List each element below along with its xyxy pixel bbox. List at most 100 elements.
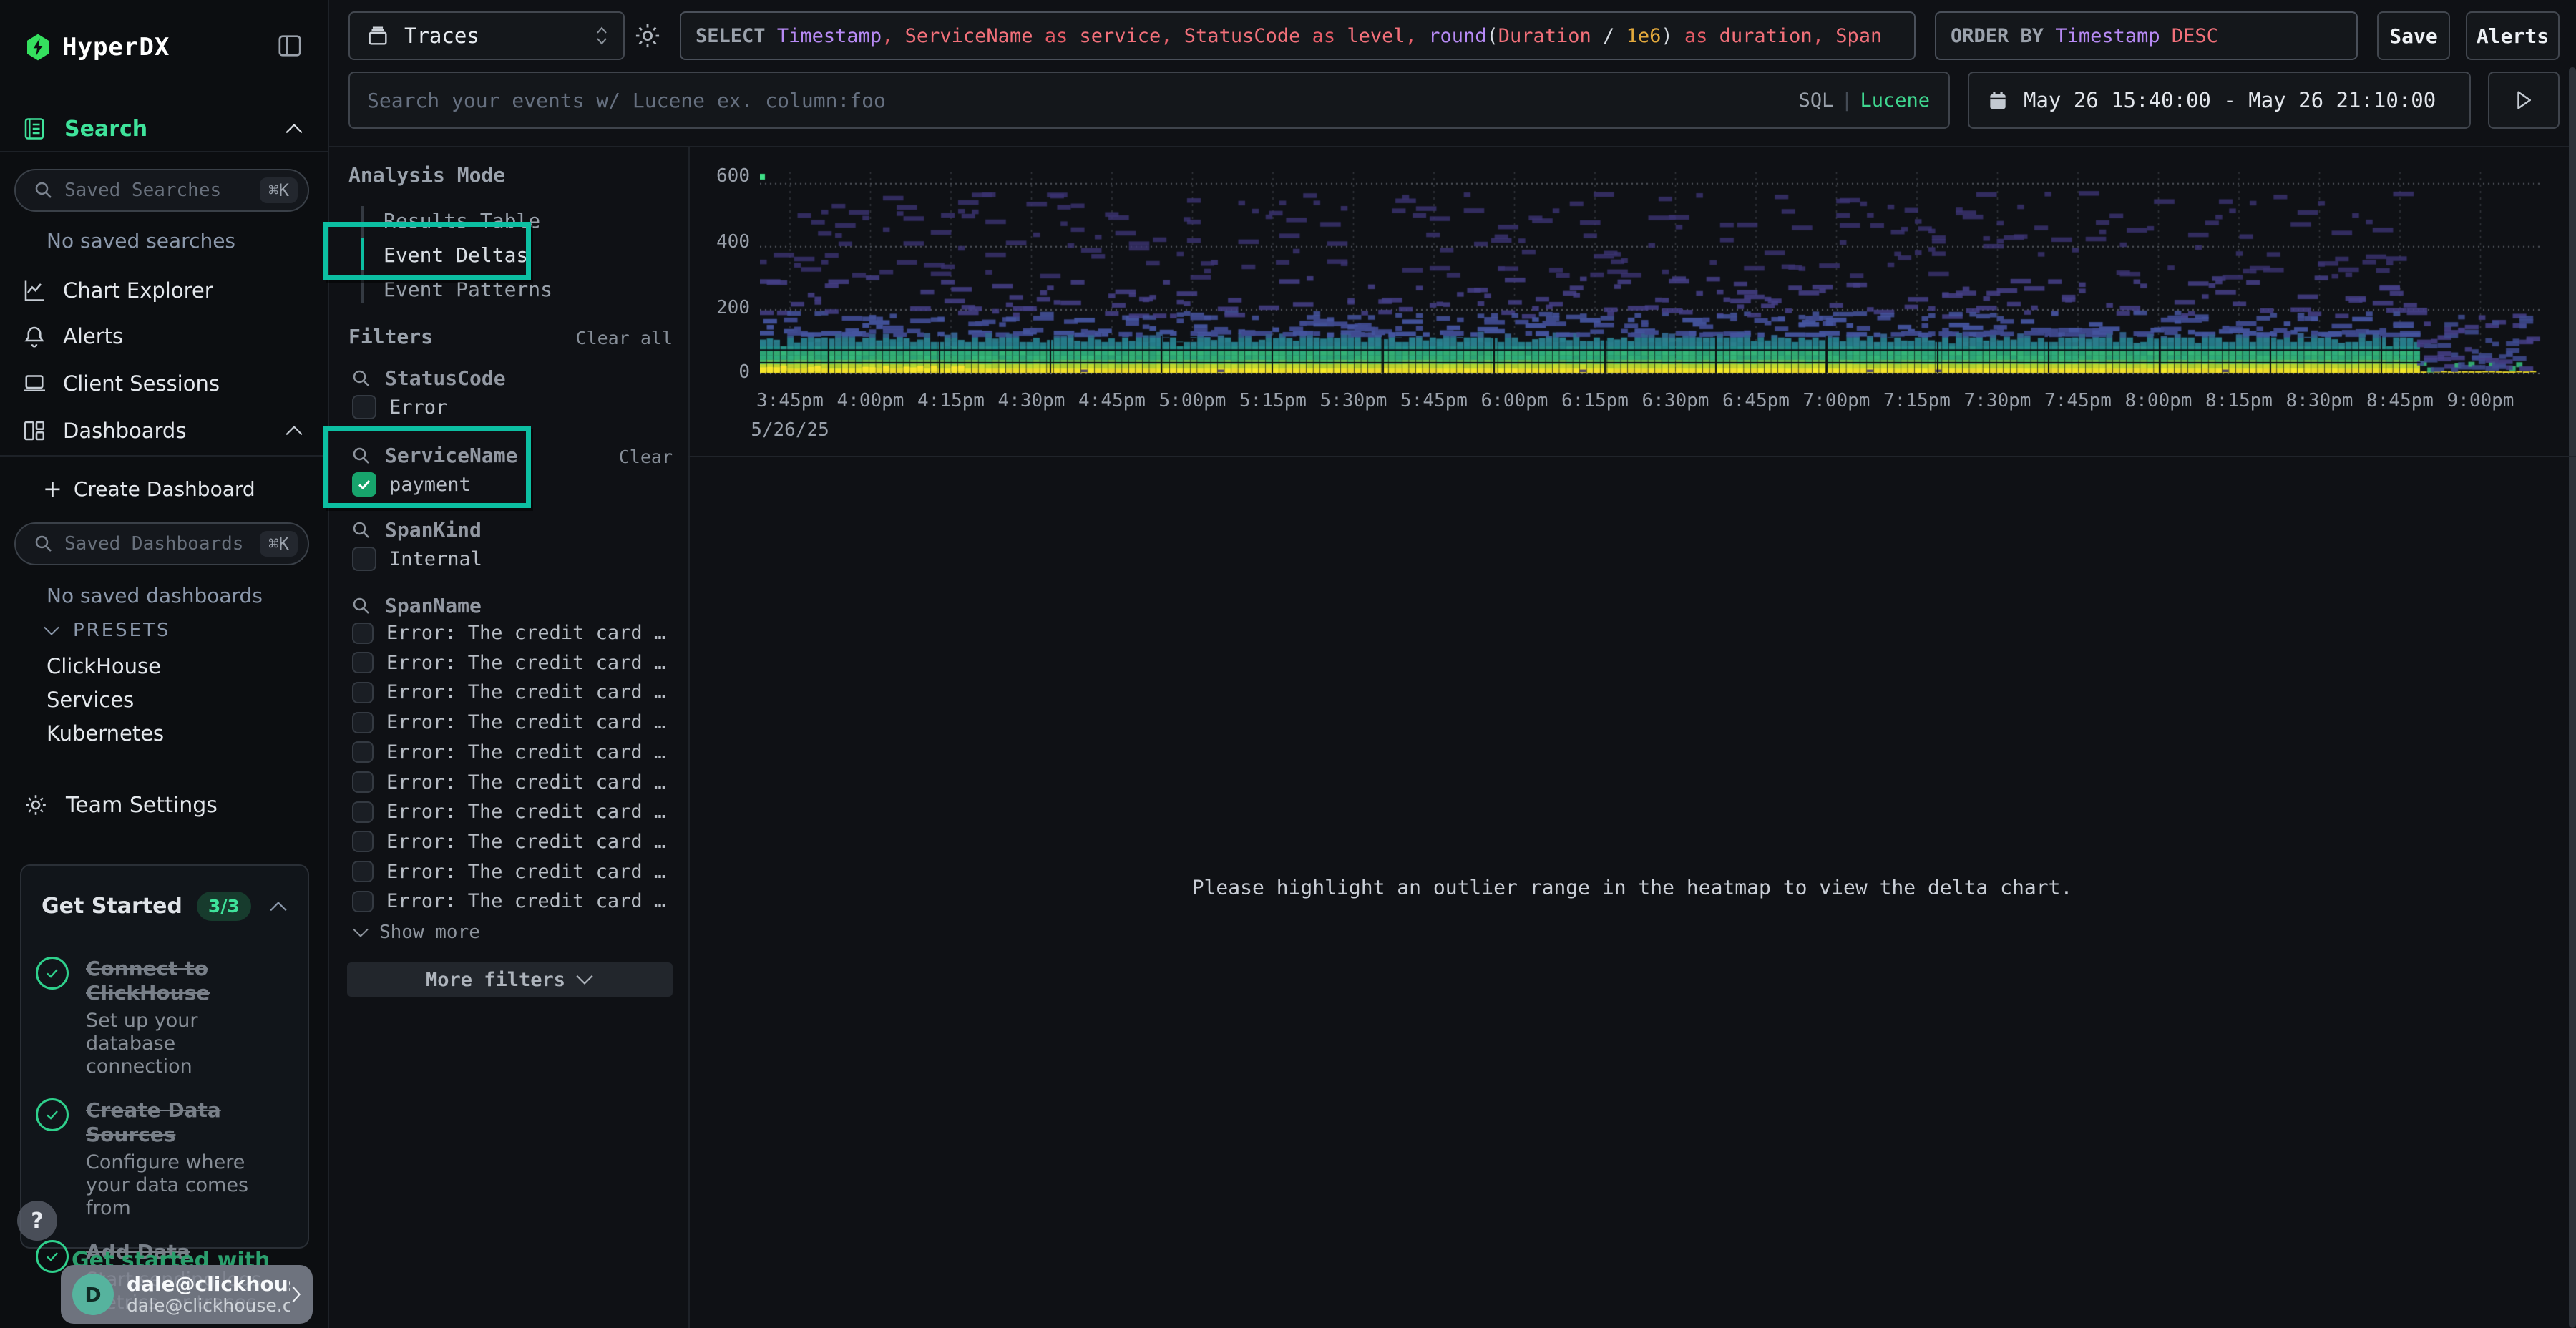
filter-item-row[interactable]: Error: The credit card … [352,861,665,883]
checkbox[interactable] [352,861,374,882]
filter-item-row[interactable]: Error: The credit card … [352,622,665,644]
filter-item-label[interactable]: Error: The credit card … [386,652,665,674]
get-started-item[interactable]: Create Data Sources Configure where your… [36,1098,289,1220]
chevron-down-icon [575,974,594,985]
sql-select-editor[interactable]: SELECT Timestamp, ServiceName as service… [680,11,1916,60]
get-started-header[interactable]: Get Started 3/3 [42,892,288,921]
analysis-option-event-patterns[interactable]: Event Patterns [384,278,552,301]
sidebar-collapse-icon[interactable] [275,31,304,60]
preset-item-clickhouse[interactable]: ClickHouse [47,654,161,678]
preset-item-kubernetes[interactable]: Kubernetes [47,721,164,746]
saved-dashboards-input[interactable]: ⌘K [14,522,309,565]
filter-item-label[interactable]: Error: The credit card … [386,711,665,733]
clear-group-button[interactable]: Clear [530,446,673,467]
x-axis-date-label: 5/26/25 [747,419,833,441]
run-query-button[interactable] [2488,72,2560,129]
filter-item-row[interactable]: Error: The credit card … [352,711,665,733]
sidebar-item-label: Chart Explorer [63,278,213,303]
filter-item-label[interactable]: Error: The credit card … [386,801,665,823]
create-dashboard-button[interactable]: + Create Dashboard [43,475,255,502]
sidebar-item-search[interactable]: Search [0,107,328,150]
filter-item-label[interactable]: Error [389,396,447,419]
show-more-label: Show more [379,922,480,943]
toggle-divider: | [1843,89,1850,112]
filter-item-label[interactable]: Error: The credit card … [386,831,665,853]
x-tick-label: 6:30pm [1633,390,1719,411]
y-tick-label: 600 [700,165,750,187]
filter-group-name[interactable]: StatusCode [385,366,506,390]
checkbox[interactable] [352,547,376,571]
chevron-right-icon [290,1284,303,1304]
filter-item-row[interactable]: Error: The credit card … [352,771,665,794]
sql-mode-toggle[interactable]: SQL [1799,89,1834,112]
search-icon [351,368,372,389]
filter-group-name[interactable]: SpanName [385,594,482,617]
alerts-button[interactable]: Alerts [2466,11,2560,60]
filter-item-label[interactable]: Error: The credit card … [386,771,665,794]
search-icon [33,180,54,201]
chevron-up-icon [269,901,288,912]
filter-item-label[interactable]: Error: The credit card … [386,681,665,703]
sidebar-item-client-sessions[interactable]: Client Sessions [0,366,328,401]
filter-item-row[interactable]: Error: The credit card … [352,681,665,703]
checkbox[interactable] [352,741,374,763]
get-started-item[interactable]: Connect to ClickHouse Set up your databa… [36,957,289,1078]
filter-item-row[interactable]: Error: The credit card … [352,831,665,853]
filter-item-row[interactable]: Error: The credit card … [352,890,665,912]
checkbox[interactable] [352,831,374,852]
filter-item-row[interactable]: Internal [352,547,482,571]
page-scrollbar[interactable] [2569,67,2576,1328]
x-tick-label: 8:30pm [2277,390,2363,411]
laptop-icon [21,371,47,396]
sidebar-item-chart-explorer[interactable]: Chart Explorer [0,273,328,308]
filter-item-row[interactable]: Error: The credit card … [352,741,665,763]
saved-searches-field[interactable] [64,180,260,201]
filter-item-label[interactable]: Error: The credit card … [386,741,665,763]
lucene-mode-toggle[interactable]: Lucene [1860,89,1930,112]
brand-name: HyperDX [62,33,170,62]
sidebar-item-team-settings[interactable]: Team Settings [0,787,328,823]
presets-toggle[interactable]: PRESETS [43,620,171,641]
more-filters-button[interactable]: More filters [347,962,673,997]
checkbox[interactable] [352,891,374,912]
show-more-button[interactable]: Show more [352,922,480,943]
event-search-bar[interactable]: SQL | Lucene [348,72,1950,129]
checkbox[interactable] [352,622,374,644]
clear-all-button[interactable]: Clear all [530,328,673,348]
time-range-picker[interactable]: May 26 15:40:00 - May 26 21:10:00 [1968,72,2471,129]
layout-icon [21,418,47,444]
checkbox[interactable] [352,395,376,419]
sidebar-item-alerts[interactable]: Alerts [0,319,328,353]
play-icon [2514,89,2533,111]
filter-item-row[interactable]: Error: The credit card … [352,652,665,674]
checkbox[interactable] [352,771,374,793]
filter-group-name[interactable]: SpanKind [385,518,482,542]
filter-item-label[interactable]: Error: The credit card … [386,622,665,644]
checkbox[interactable] [352,801,374,823]
x-tick-label: 5:00pm [1150,390,1236,411]
checkbox[interactable] [352,712,374,733]
duration-heatmap[interactable] [760,172,2542,376]
bell-icon [21,323,47,349]
source-select[interactable]: Traces [348,11,625,60]
saved-dashboards-field[interactable] [64,533,260,555]
event-search-input[interactable] [367,89,1799,112]
sidebar-item-dashboards[interactable]: Dashboards [0,414,328,448]
checkbox[interactable] [352,682,374,703]
checkbox[interactable] [352,652,374,673]
get-started-card: Get Started 3/3 Connect to ClickHouse Se… [20,864,309,1249]
filter-item-label[interactable]: Error: The credit card … [386,861,665,883]
x-tick-label: 8:45pm [2357,390,2443,411]
user-menu[interactable]: D dale@clickhouse.com dale@clickhouse.co… [61,1265,313,1324]
filter-item-row[interactable]: Error: The credit card … [352,801,665,823]
order-by-editor[interactable]: ORDER BY Timestamp DESC [1935,11,2358,60]
saved-searches-input[interactable]: ⌘K [14,169,309,212]
help-button[interactable]: ? [17,1201,57,1241]
source-settings-gear-icon[interactable] [633,21,663,51]
save-button[interactable]: Save [2377,11,2450,60]
preset-item-services[interactable]: Services [47,688,134,712]
sidebar-item-label: Client Sessions [63,371,220,396]
filter-item-label[interactable]: Internal [389,548,482,570]
filter-item-row[interactable]: Error [352,395,447,419]
filter-item-label[interactable]: Error: The credit card … [386,890,665,912]
